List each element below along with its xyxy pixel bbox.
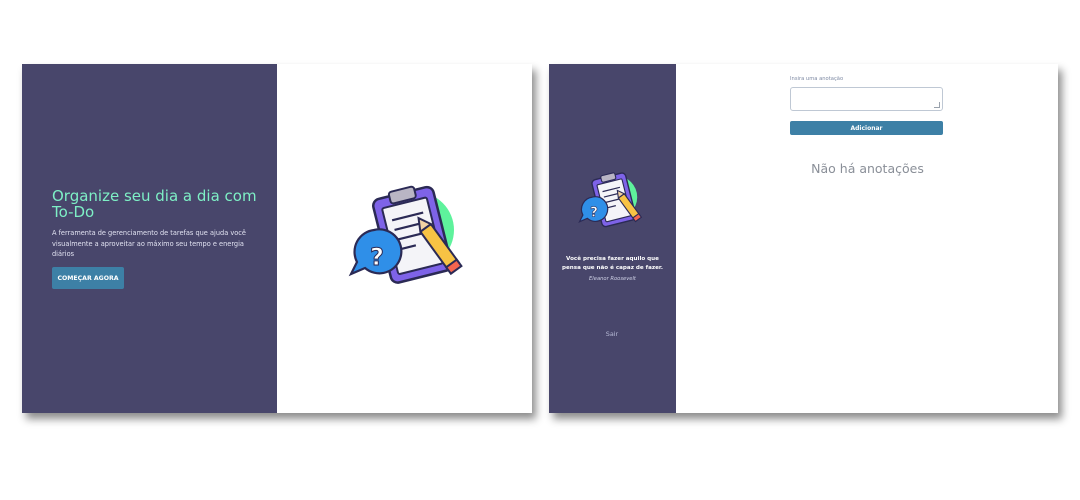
clipboard-pencil-question-icon: ? <box>348 185 463 284</box>
hero-panel: Organize seu dia a dia com To-Do A ferra… <box>22 64 277 413</box>
hero-title: Organize seu dia a dia com To-Do <box>52 187 257 221</box>
landing-page-screen: Organize seu dia a dia com To-Do A ferra… <box>22 64 532 413</box>
hero-description: A ferramenta de gerenciamento de tarefas… <box>52 229 246 258</box>
svg-text:?: ? <box>370 243 384 271</box>
svg-text:?: ? <box>590 206 598 221</box>
notes-main-area: Insira uma anotação Adicionar Não há ano… <box>676 64 1058 413</box>
notes-app-screen: ? Você precisa fazer aquilo que pensa qu… <box>549 64 1058 413</box>
empty-notes-message: Não há anotações <box>811 161 924 176</box>
hero-illustration-panel: ? <box>277 64 532 413</box>
note-textarea[interactable] <box>790 87 943 111</box>
start-now-button[interactable]: COMEÇAR AGORA <box>52 267 124 289</box>
resize-handle-icon[interactable] <box>934 102 940 108</box>
clipboard-pencil-question-icon: ? <box>578 172 643 228</box>
motivational-quote: Você precisa fazer aquilo que pensa que … <box>561 256 663 271</box>
note-input-label: Insira uma anotação <box>790 76 844 82</box>
quote-author: Eleanor Roosevelt <box>589 276 636 282</box>
sidebar: ? Você precisa fazer aquilo que pensa qu… <box>549 64 676 413</box>
add-note-button[interactable]: Adicionar <box>790 121 943 135</box>
logout-link[interactable]: Sair <box>593 330 631 338</box>
